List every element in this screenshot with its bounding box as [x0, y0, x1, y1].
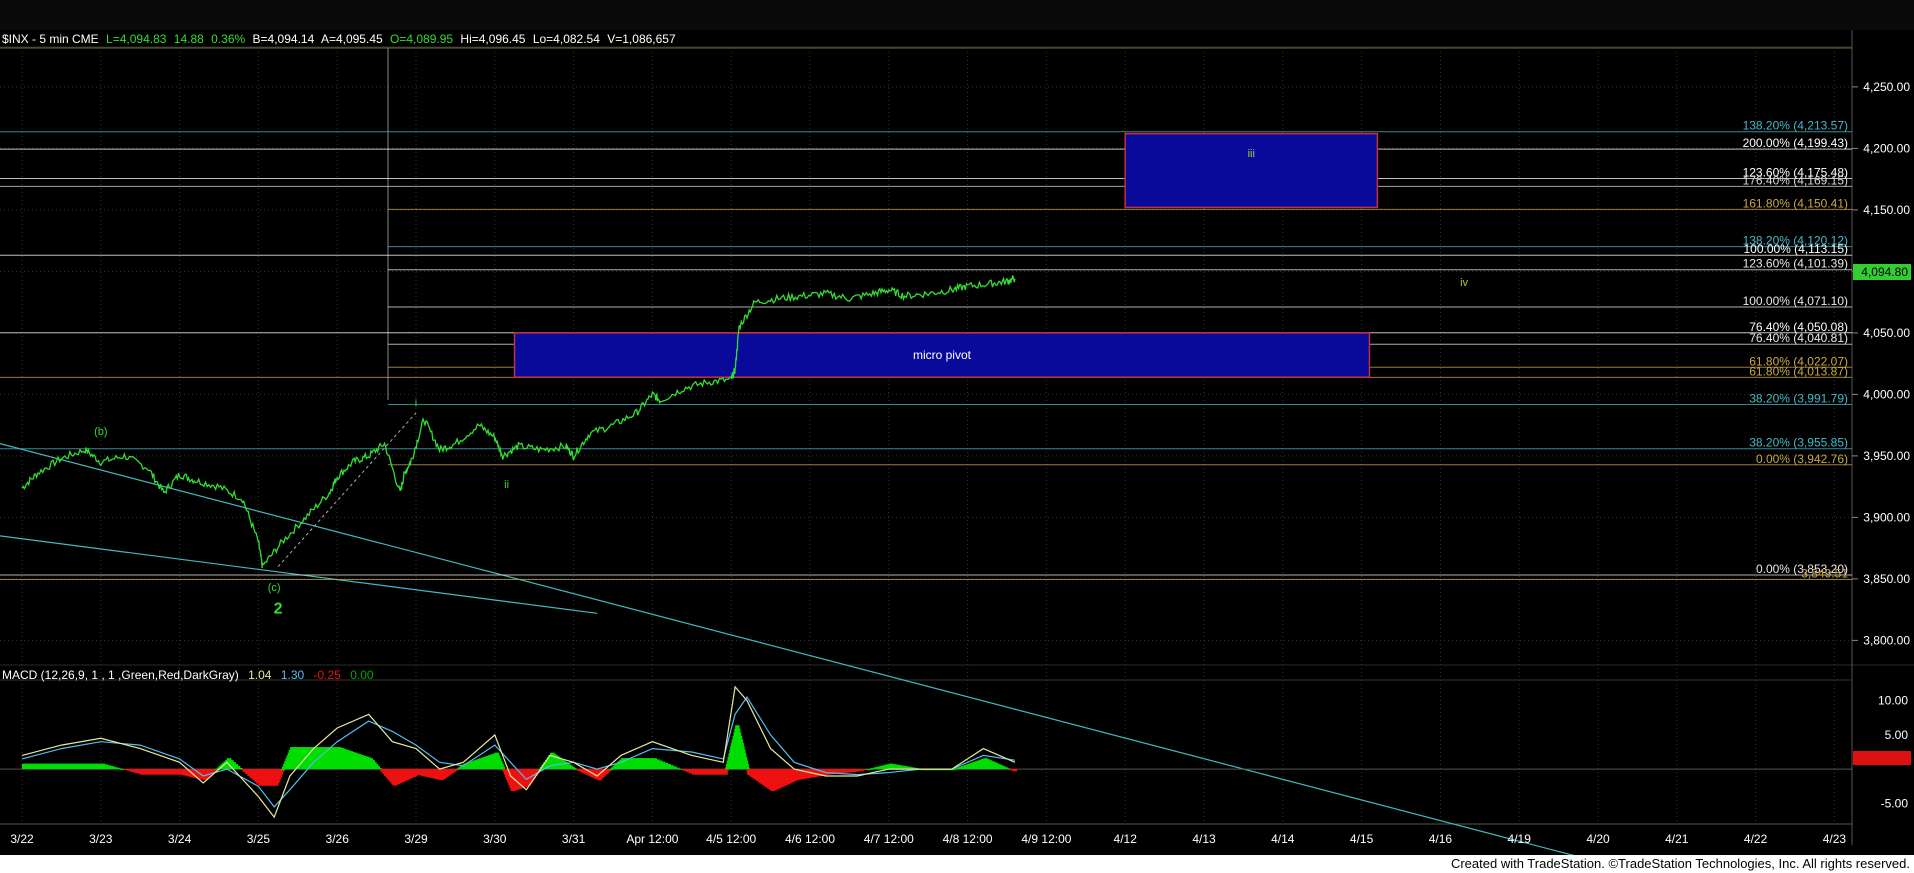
macd-histogram-bar	[238, 767, 243, 770]
macd-tick-label: 5.00	[1885, 728, 1909, 742]
header-lo: Lo=4,082.54	[533, 32, 600, 46]
wave-label: 2	[274, 600, 283, 617]
macd-line	[21, 685, 1016, 819]
x-tick-label: 3/30	[483, 832, 507, 846]
wave-label: (b)	[94, 426, 107, 438]
last-price-label: 4,094.80	[1861, 265, 1908, 279]
wave-label: iii	[1248, 148, 1255, 160]
x-tick-label: 3/25	[247, 832, 271, 846]
macd-legend: MACD (12,26,9, 1 , 1 ,Green,Red,DarkGray…	[2, 668, 374, 682]
x-tick-label: 3/31	[562, 832, 586, 846]
fib-label: 61.80% (4,013.87)	[1749, 364, 1848, 378]
signal-line	[21, 696, 1015, 808]
macd-histogram-bar	[724, 769, 729, 772]
fib-label: 100.00% (4,113.15)	[1743, 242, 1848, 256]
x-tick-label: 4/23	[1823, 832, 1847, 846]
wave-label: ii	[504, 479, 509, 491]
y-tick-label: 3,850.00	[1863, 572, 1910, 586]
x-tick-label: 4/13	[1192, 832, 1216, 846]
macd-histogram-bar	[500, 766, 505, 770]
macd-histogram-bar	[571, 767, 577, 770]
header-open: O=4,089.95	[390, 32, 453, 46]
macd-current-marker	[1853, 751, 1911, 765]
chart-canvas: 138.20% (4,213.57) 200.00% (4,199.43) 123.…	[0, 30, 1914, 855]
time-axis[interactable]: 3/22 3/23 3/24 3/25 3/26 3/29 3/30 3/31 Apr 12:0…	[10, 832, 1846, 846]
fib-label: 161.80% (4,150.41)	[1743, 196, 1848, 210]
header-pct: 0.36%	[211, 32, 245, 46]
x-tick-label: 4/21	[1665, 832, 1689, 846]
chart-window: 138.20% (4,213.57) 200.00% (4,199.43) 123.…	[0, 0, 1914, 873]
fib-label: 76.40% (4,040.81)	[1749, 331, 1848, 345]
fib-label: 38.20% (3,991.79)	[1749, 391, 1848, 405]
header-last: L=4,094.83	[106, 32, 167, 46]
y-tick-label: 4,250.00	[1863, 80, 1910, 94]
x-tick-label: 4/9 12:00	[1021, 832, 1071, 846]
header-ask: A=4,095.45	[321, 32, 383, 46]
footer-text: Created with TradeStation. ©TradeStation…	[1450, 856, 1910, 871]
macd-histogram-bar	[1012, 769, 1018, 772]
x-tick-label: 4/20	[1586, 832, 1610, 846]
fib-label: 200.00% (4,199.43)	[1743, 136, 1848, 150]
x-tick-label: 4/6 12:00	[785, 832, 835, 846]
macd-tick-label: 10.00	[1878, 694, 1908, 708]
macd-panel	[0, 685, 1852, 819]
x-tick-label: 4/12	[1114, 832, 1138, 846]
fib-label: 3,849.51	[1801, 567, 1848, 581]
y-tick-label: 4,000.00	[1863, 387, 1910, 401]
y-tick-label: 3,900.00	[1863, 510, 1910, 524]
fib-label: 176.40% (4,169.15)	[1743, 173, 1848, 187]
x-tick-label: 4/5 12:00	[706, 832, 756, 846]
macd-value: 1.04	[248, 668, 272, 682]
wave-label: i	[415, 398, 417, 410]
fib-label: 0.00% (3,942.76)	[1756, 452, 1848, 466]
y-tick-label: 3,950.00	[1863, 449, 1910, 463]
wave-iii-target-box	[1124, 132, 1379, 209]
x-tick-label: 4/15	[1350, 832, 1374, 846]
x-tick-label: 4/22	[1744, 832, 1768, 846]
x-tick-label: 3/26	[326, 832, 350, 846]
macd-tick-label: -5.00	[1881, 796, 1909, 810]
macd-histogram-bar	[280, 769, 286, 771]
price-axis[interactable]: 4,250.004,200.004,150.004,100.004,050.00…	[1852, 80, 1910, 648]
wave-label: (c)	[268, 582, 281, 594]
x-tick-label: 4/7 12:00	[864, 832, 914, 846]
y-tick-label: 4,150.00	[1863, 203, 1910, 217]
x-tick-label: Apr 12:00	[626, 832, 678, 846]
fib-label: 123.60% (4,101.39)	[1743, 257, 1848, 271]
hist-value: -0.25	[314, 668, 342, 682]
macd-tick-label: -0.25	[1881, 764, 1909, 778]
x-tick-label: 3/29	[404, 832, 428, 846]
footer: Created with TradeStation. ©TradeStation…	[0, 855, 1914, 873]
last-price-marker: 4,094.80	[1853, 264, 1911, 280]
x-tick-label: 3/24	[168, 832, 192, 846]
x-tick-label: 4/16	[1429, 832, 1453, 846]
y-tick-label: 4,200.00	[1863, 141, 1910, 155]
header-bid: B=4,094.14	[253, 32, 315, 46]
signal-value: 1.30	[281, 668, 305, 682]
zero-value: 0.00	[350, 668, 374, 682]
fib-label: 138.20% (4,213.57)	[1743, 119, 1848, 133]
fib-label: 100.00% (4,071.10)	[1743, 294, 1848, 308]
x-tick-label: 3/22	[10, 832, 34, 846]
header-symbol: $INX - 5 min CME	[2, 32, 99, 46]
wave-label: iv	[1460, 277, 1468, 289]
macd-histogram-bar	[609, 769, 614, 771]
header-change: 14.88	[174, 32, 204, 46]
macd-histogram-bar	[377, 767, 382, 770]
macd-title: MACD (12,26,9, 1 , 1 ,Green,Red,DarkGray…	[2, 668, 239, 682]
header-vol: V=1,086,657	[607, 32, 676, 46]
x-tick-label: 4/8 12:00	[943, 832, 993, 846]
macd-histogram-bar	[745, 767, 750, 770]
x-tick-label: 3/23	[89, 832, 113, 846]
y-tick-label: 3,800.00	[1863, 633, 1910, 647]
micro-pivot-label: micro pivot	[913, 348, 972, 362]
y-tick-label: 4,050.00	[1863, 326, 1910, 340]
fib-label: 38.20% (3,955.85)	[1749, 436, 1848, 450]
x-tick-label: 4/14	[1271, 832, 1295, 846]
x-tick-label: 4/19	[1508, 832, 1532, 846]
header-hi: Hi=4,096.45	[460, 32, 525, 46]
